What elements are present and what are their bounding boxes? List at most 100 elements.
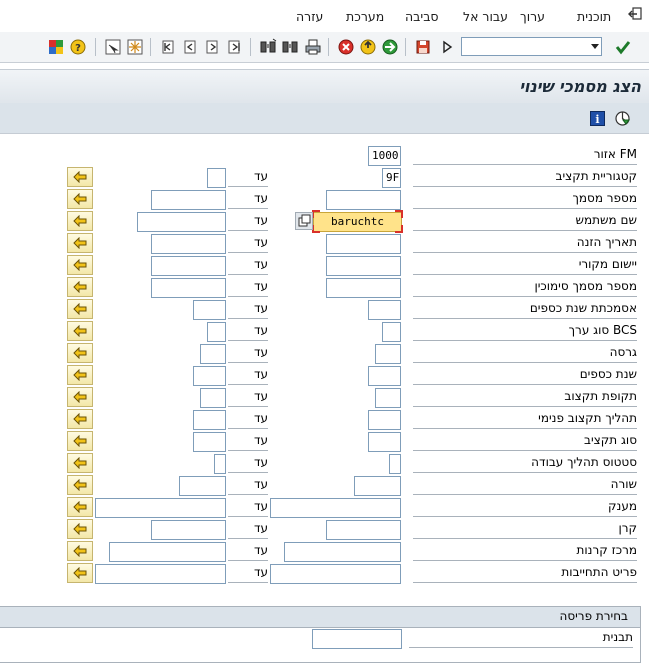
save-icon[interactable]	[414, 38, 432, 56]
last-page-icon[interactable]	[226, 38, 244, 56]
to-input[interactable]	[151, 278, 226, 298]
to-input[interactable]	[151, 190, 226, 210]
from-input[interactable]	[368, 366, 401, 386]
from-input[interactable]	[326, 520, 401, 540]
multiple-selection-button[interactable]	[67, 277, 93, 297]
menu-environment[interactable]: סביבה	[405, 9, 439, 24]
to-input[interactable]	[214, 454, 226, 474]
to-input[interactable]	[179, 476, 226, 496]
to-label: עד	[228, 543, 268, 561]
to-input[interactable]	[193, 410, 226, 430]
chevron-down-icon[interactable]	[591, 44, 599, 49]
arrow-left-icon	[73, 347, 87, 359]
multiple-selection-button[interactable]	[67, 387, 93, 407]
multiple-selection-button[interactable]	[67, 321, 93, 341]
from-input[interactable]	[375, 388, 401, 408]
title-bar: הצג מסמכי שינוי	[0, 69, 649, 104]
multiple-selection-button[interactable]	[67, 519, 93, 539]
layout-input[interactable]	[312, 629, 402, 649]
from-input[interactable]	[354, 476, 401, 496]
to-input[interactable]	[95, 564, 226, 584]
to-input[interactable]	[200, 344, 226, 364]
to-label: עד	[228, 521, 268, 539]
to-input[interactable]	[151, 256, 226, 276]
customize-layout-icon[interactable]	[47, 38, 65, 56]
from-input[interactable]	[368, 432, 401, 452]
multiple-selection-button[interactable]	[67, 365, 93, 385]
menu-system[interactable]: מערכת	[346, 9, 384, 24]
from-input[interactable]	[389, 454, 401, 474]
multiple-selection-button[interactable]	[67, 541, 93, 561]
to-input[interactable]	[207, 322, 226, 342]
to-input[interactable]	[207, 168, 226, 188]
multiple-selection-icon[interactable]	[295, 212, 313, 230]
find-icon[interactable]	[281, 38, 299, 56]
print-icon[interactable]	[304, 38, 322, 56]
execute-icon[interactable]	[614, 110, 631, 127]
multiple-selection-button[interactable]	[67, 563, 93, 583]
info-icon[interactable]: i	[590, 111, 605, 126]
multiple-selection-button[interactable]	[67, 255, 93, 275]
menu-edit[interactable]: ערוך	[520, 9, 545, 24]
multiple-selection-button[interactable]	[67, 167, 93, 187]
menu-goto[interactable]: עבור אל	[463, 9, 508, 24]
to-input[interactable]	[193, 432, 226, 452]
shortcut-icon[interactable]	[126, 38, 144, 56]
from-input[interactable]	[270, 564, 401, 584]
from-input[interactable]	[326, 190, 401, 210]
selection-row: מרכז קרנות עד	[0, 539, 649, 562]
multiple-selection-button[interactable]	[67, 211, 93, 231]
multiple-selection-button[interactable]	[67, 299, 93, 319]
svg-text:?: ?	[75, 43, 81, 54]
multiple-selection-button[interactable]	[67, 431, 93, 451]
previous-page-icon[interactable]	[182, 38, 200, 56]
from-input[interactable]: 9F	[382, 168, 401, 188]
enter-icon[interactable]	[614, 38, 632, 56]
help-icon[interactable]: ?	[69, 38, 87, 56]
find-next-icon[interactable]	[259, 38, 277, 56]
to-label: עד	[228, 213, 268, 231]
multiple-selection-button[interactable]	[67, 189, 93, 209]
cancel-icon[interactable]	[337, 38, 355, 56]
field-label: יישום מקורי	[413, 257, 637, 275]
multiple-selection-button[interactable]	[67, 497, 93, 517]
to-input[interactable]	[193, 300, 226, 320]
from-input[interactable]: 1000	[368, 146, 401, 166]
from-input[interactable]	[375, 344, 401, 364]
from-input[interactable]	[326, 256, 401, 276]
expand-toolbar-icon[interactable]	[438, 38, 456, 56]
multiple-selection-button[interactable]	[67, 475, 93, 495]
command-field[interactable]	[461, 37, 602, 56]
from-input[interactable]	[368, 410, 401, 430]
to-input[interactable]	[95, 498, 226, 518]
back-icon[interactable]	[381, 38, 399, 56]
to-input[interactable]	[200, 388, 226, 408]
multiple-selection-button[interactable]	[67, 233, 93, 253]
menu-help[interactable]: עזרה	[296, 9, 323, 24]
exit-icon[interactable]	[627, 6, 643, 22]
field-label: סוג ערך BCS	[413, 323, 637, 341]
menu-program[interactable]: תוכנית	[577, 9, 611, 24]
to-input[interactable]	[109, 542, 226, 562]
from-input[interactable]	[326, 234, 401, 254]
multiple-selection-button[interactable]	[67, 343, 93, 363]
from-input[interactable]	[382, 322, 401, 342]
from-input[interactable]: baruchtc	[313, 212, 402, 232]
from-input[interactable]	[284, 542, 401, 562]
exit-app-icon[interactable]	[359, 38, 377, 56]
from-input[interactable]	[368, 300, 401, 320]
to-input[interactable]	[151, 520, 226, 540]
from-input[interactable]	[270, 498, 401, 518]
to-input[interactable]	[137, 212, 226, 232]
to-input[interactable]	[193, 366, 226, 386]
to-label: עד	[228, 257, 268, 275]
multiple-selection-button[interactable]	[67, 409, 93, 429]
create-session-icon[interactable]	[104, 38, 122, 56]
field-label: תהליך תקצוב פנימי	[413, 411, 637, 429]
multiple-selection-button[interactable]	[67, 453, 93, 473]
to-input[interactable]	[151, 234, 226, 254]
focus-marker	[312, 210, 320, 218]
from-input[interactable]	[326, 278, 401, 298]
next-page-icon[interactable]	[204, 38, 222, 56]
first-page-icon[interactable]	[160, 38, 178, 56]
